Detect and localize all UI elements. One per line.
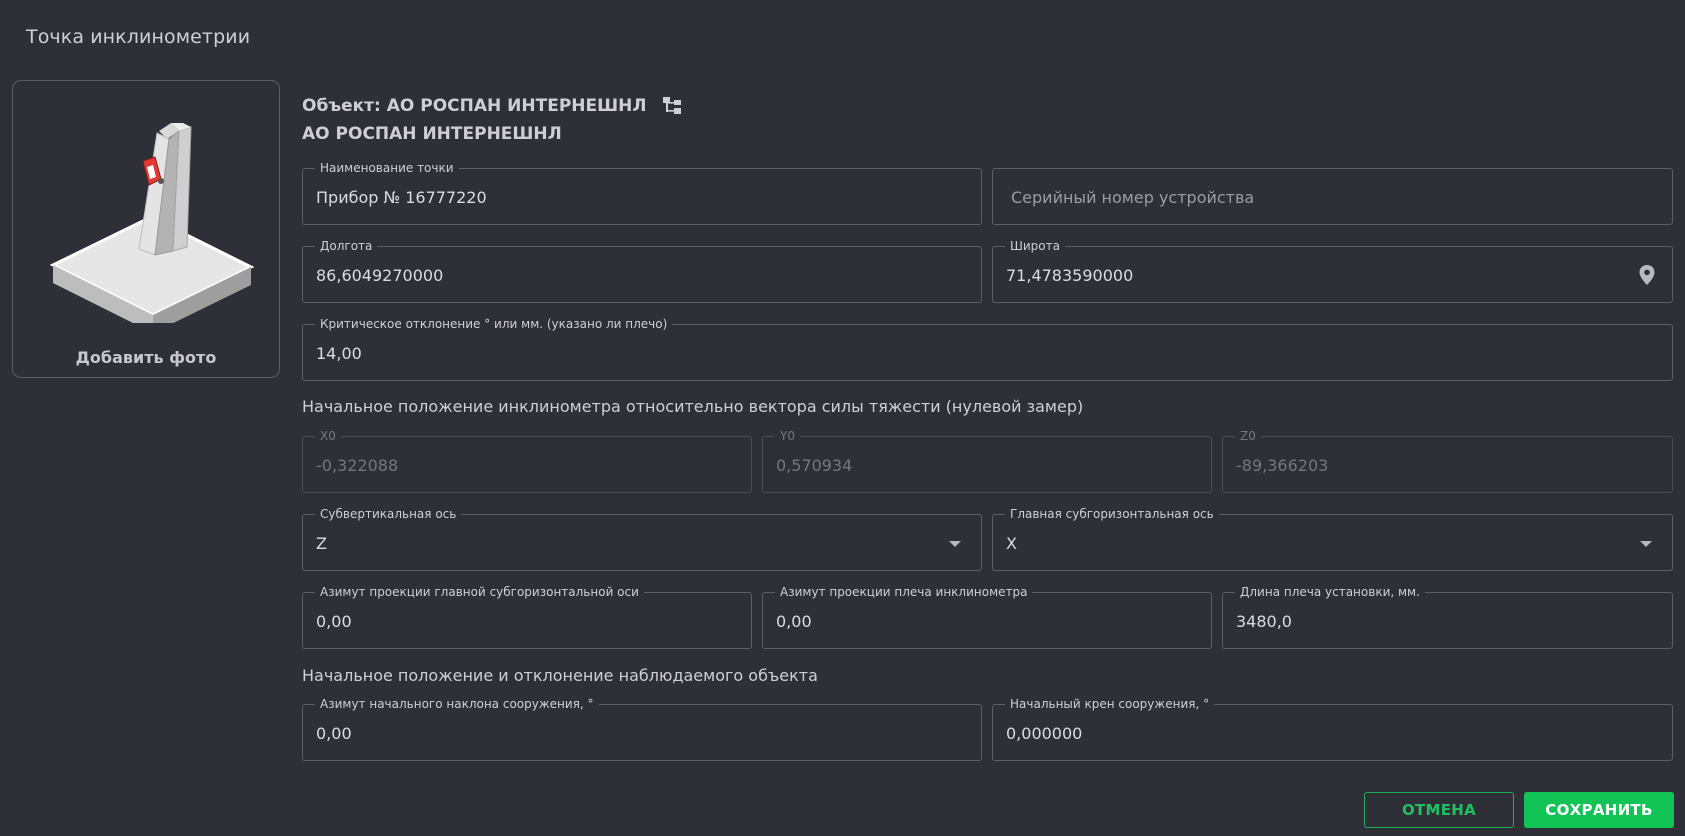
- azimuth-main-axis-label: Азимут проекции главной субгоризонтально…: [315, 585, 644, 599]
- azimuth-arm-field[interactable]: Азимут проекции плеча инклинометра 0,00: [762, 585, 1212, 649]
- object-subtitle: АО РОСПАН ИНТЕРНЕШНЛ: [302, 124, 562, 144]
- serial-number-field[interactable]: Серийный номер устройства: [992, 168, 1673, 225]
- y0-value: 0,570934: [776, 456, 853, 475]
- inclinometry-point-dialog: Точка инклинометрии Добавить фото Объект…: [0, 0, 1685, 836]
- latitude-field[interactable]: Широта 71,4783590000: [992, 239, 1673, 303]
- add-photo-card[interactable]: Добавить фото: [12, 80, 280, 378]
- main-subhorizontal-axis-value: X: [1006, 534, 1017, 553]
- main-subhorizontal-axis-label: Главная субгоризонтальная ось: [1005, 507, 1219, 521]
- point-name-value: Прибор № 16777220: [316, 188, 487, 207]
- critical-deviation-label: Критическое отклонение ° или мм. (указан…: [315, 317, 673, 331]
- chevron-down-icon[interactable]: [949, 541, 961, 547]
- initial-roll-value: 0,000000: [1006, 724, 1083, 743]
- hierarchy-icon[interactable]: [661, 95, 683, 117]
- map-pin-icon[interactable]: [1638, 264, 1656, 286]
- longitude-label: Долгота: [315, 239, 378, 253]
- dialog-title: Точка инклинометрии: [26, 26, 251, 48]
- subvertical-axis-value: Z: [316, 534, 327, 553]
- save-button[interactable]: СОХРАНИТЬ: [1524, 792, 1674, 828]
- chevron-down-icon[interactable]: [1640, 541, 1652, 547]
- point-name-label: Наименование точки: [315, 161, 459, 175]
- observed-object-section-title: Начальное положение и отклонение наблюда…: [302, 666, 818, 685]
- object-title: Объект: АО РОСПАН ИНТЕРНЕШНЛ: [302, 96, 647, 116]
- z0-label: Z0: [1235, 429, 1261, 443]
- azimuth-tilt-label: Азимут начального наклона сооружения, °: [315, 697, 599, 711]
- latitude-value: 71,4783590000: [1006, 266, 1134, 285]
- azimuth-arm-value: 0,00: [776, 612, 812, 631]
- x0-value: -0,322088: [316, 456, 399, 475]
- x0-label: X0: [315, 429, 341, 443]
- arm-length-field[interactable]: Длина плеча установки, мм. 3480,0: [1222, 585, 1673, 649]
- subvertical-axis-select[interactable]: Субвертикальная ось Z: [302, 507, 982, 571]
- azimuth-main-axis-field[interactable]: Азимут проекции главной субгоризонтально…: [302, 585, 752, 649]
- initial-roll-label: Начальный крен сооружения, °: [1005, 697, 1215, 711]
- inclinometer-illustration: [49, 123, 255, 323]
- x0-field: X0 -0,322088: [302, 429, 752, 493]
- subvertical-axis-label: Субвертикальная ось: [315, 507, 462, 521]
- azimuth-tilt-field[interactable]: Азимут начального наклона сооружения, ° …: [302, 697, 982, 761]
- azimuth-tilt-value: 0,00: [316, 724, 352, 743]
- arm-length-value: 3480,0: [1236, 612, 1292, 631]
- azimuth-arm-label: Азимут проекции плеча инклинометра: [775, 585, 1033, 599]
- critical-deviation-field[interactable]: Критическое отклонение ° или мм. (указан…: [302, 317, 1673, 381]
- object-heading: Объект: АО РОСПАН ИНТЕРНЕШНЛ АО РОСПАН И…: [302, 92, 683, 148]
- latitude-label: Широта: [1005, 239, 1065, 253]
- y0-field: Y0 0,570934: [762, 429, 1212, 493]
- critical-deviation-value: 14,00: [316, 344, 362, 363]
- longitude-field[interactable]: Долгота 86,6049270000: [302, 239, 982, 303]
- azimuth-main-axis-value: 0,00: [316, 612, 352, 631]
- longitude-value: 86,6049270000: [316, 266, 444, 285]
- initial-position-section-title: Начальное положение инклинометра относит…: [302, 397, 1084, 416]
- cancel-button[interactable]: ОТМЕНА: [1364, 792, 1514, 828]
- z0-field: Z0 -89,366203: [1222, 429, 1673, 493]
- z0-value: -89,366203: [1236, 456, 1329, 475]
- add-photo-label: Добавить фото: [75, 348, 217, 367]
- point-name-field[interactable]: Наименование точки Прибор № 16777220: [302, 161, 982, 225]
- main-subhorizontal-axis-select[interactable]: Главная субгоризонтальная ось X: [992, 507, 1673, 571]
- y0-label: Y0: [775, 429, 800, 443]
- initial-roll-field[interactable]: Начальный крен сооружения, ° 0,000000: [992, 697, 1673, 761]
- arm-length-label: Длина плеча установки, мм.: [1235, 585, 1425, 599]
- serial-number-placeholder: Серийный номер устройства: [1011, 188, 1255, 207]
